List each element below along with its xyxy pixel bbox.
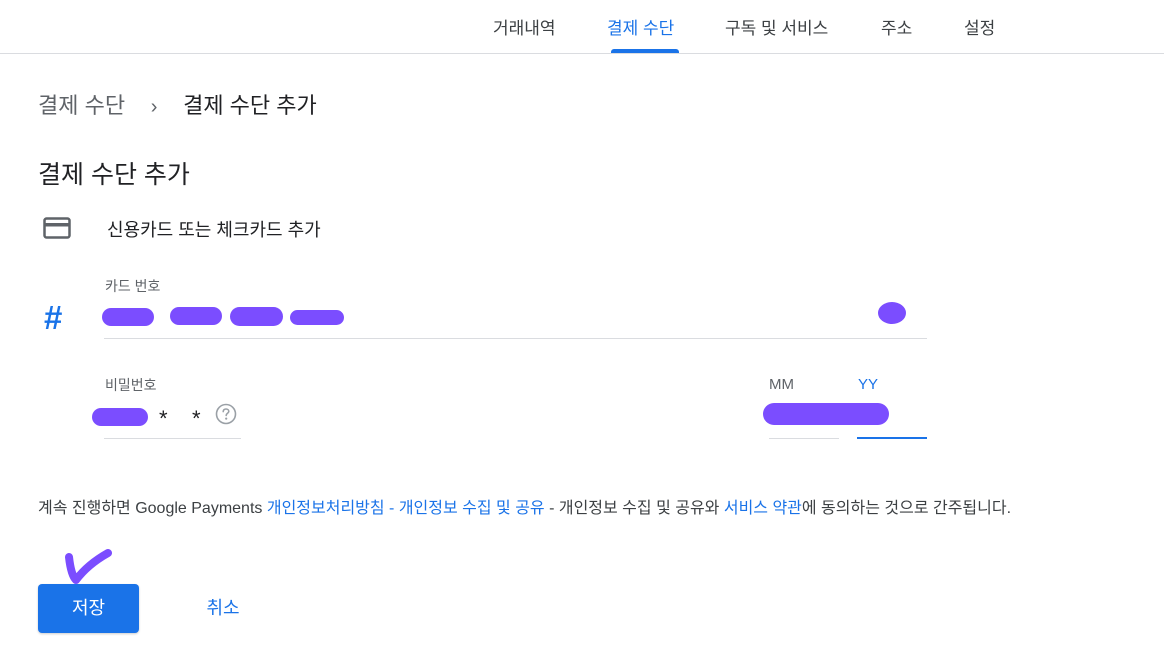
expiry-month-label: MM (769, 376, 794, 393)
redaction-mark (763, 403, 889, 425)
active-tab-indicator (611, 49, 679, 53)
page-title: 결제 수단 추가 (38, 161, 190, 189)
password-label: 비밀번호 (105, 377, 157, 393)
privacy-policy-link[interactable]: 개인정보처리방침 - 개인정보 수집 및 공유 (267, 500, 545, 517)
terms-of-service-link[interactable]: 서비스 약관 (724, 500, 802, 517)
consent-suffix: 에 동의하는 것으로 간주됩니다. (801, 500, 1012, 517)
card-number-input[interactable] (102, 300, 927, 339)
consent-text: 계속 진행하면 Google Payments 개인정보처리방침 - 개인정보 … (38, 494, 1011, 518)
redaction-mark (92, 408, 148, 426)
card-number-label: 카드 번호 (105, 278, 161, 294)
redaction-mark (170, 307, 222, 325)
tab-subscriptions-services[interactable]: 구독 및 서비스 (725, 0, 828, 53)
breadcrumb-parent-link[interactable]: 결제 수단 (38, 93, 125, 118)
help-circle-icon[interactable] (215, 403, 237, 425)
redaction-mark (290, 310, 344, 325)
redaction-mark (230, 307, 283, 326)
expiry-year-label: YY (858, 376, 879, 393)
credit-card-icon (43, 217, 71, 239)
tab-addresses[interactable]: 주소 (881, 0, 912, 53)
breadcrumb-separator-icon: › (150, 96, 158, 118)
consent-middle: - 개인정보 수집 및 공유와 (544, 500, 724, 517)
password-mask-char: * (192, 406, 201, 431)
hash-icon: # (44, 299, 63, 336)
redaction-mark (102, 308, 154, 326)
card-brand-redaction (878, 302, 906, 324)
breadcrumb-current: 결제 수단 추가 (183, 93, 317, 118)
tab-settings[interactable]: 설정 (964, 0, 995, 53)
tab-transactions[interactable]: 거래내역 (493, 0, 556, 53)
checkmark-annotation-icon (65, 549, 112, 584)
breadcrumb: 결제 수단 › 결제 수단 추가 (38, 88, 317, 120)
save-button[interactable]: 저장 (38, 584, 139, 633)
consent-prefix: 계속 진행하면 Google Payments (38, 500, 267, 517)
cancel-button[interactable]: 취소 (195, 584, 251, 633)
top-nav: 거래내역 결제 수단 구독 및 서비스 주소 설정 (0, 0, 1164, 54)
password-mask-char: * (159, 406, 168, 431)
payment-method-label: 신용카드 또는 체크카드 추가 (107, 220, 321, 240)
tab-payment-methods[interactable]: 결제 수단 (607, 0, 674, 53)
